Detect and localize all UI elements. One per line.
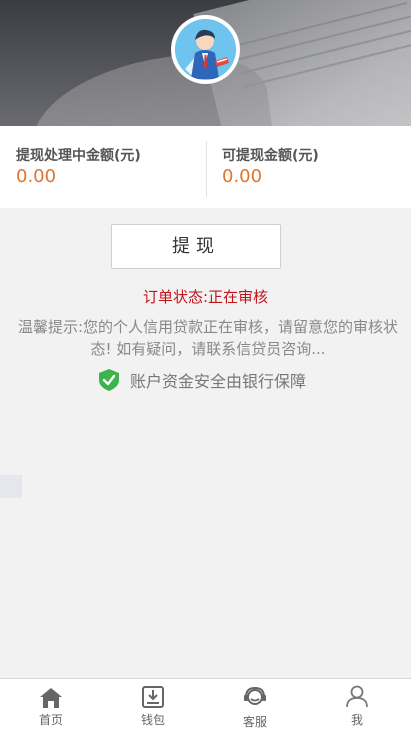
processing-amount-label: 提现处理中金额(元) (16, 148, 141, 164)
order-status: 订单状态:正在审核 (142, 288, 269, 306)
available-amount-value: 0.00 (222, 166, 263, 187)
avatar[interactable] (171, 15, 240, 84)
tab-wallet[interactable]: 钱包 (102, 679, 204, 731)
bottom-tab-bar: 首页 钱包 客服 我 (0, 678, 411, 731)
home-icon (39, 686, 63, 710)
balance-divider (206, 141, 207, 197)
processing-amount-value: 0.00 (16, 166, 57, 187)
withdraw-button[interactable]: 提现 (111, 224, 281, 269)
wallet-download-icon (141, 685, 165, 709)
tab-me[interactable]: 我 (306, 679, 408, 731)
side-float-tab[interactable] (0, 475, 22, 498)
balance-panel: 提现处理中金额(元) 0.00 可提现金额(元) 0.00 (0, 126, 411, 208)
user-icon (345, 684, 369, 708)
shield-check-icon (98, 368, 120, 392)
tab-wallet-label: 钱包 (140, 713, 165, 727)
avatar-cartoon-icon (175, 19, 236, 80)
security-notice: 账户资金安全由银行保障 (98, 369, 306, 391)
security-notice-text: 账户资金安全由银行保障 (130, 372, 307, 391)
tab-home-label: 首页 (38, 713, 63, 727)
tab-home[interactable]: 首页 (0, 679, 102, 731)
tab-customer-service-label: 客服 (242, 715, 267, 729)
customer-service-icon (243, 685, 267, 709)
header-banner (0, 0, 411, 126)
tab-customer-service[interactable]: 客服 (204, 679, 306, 731)
available-amount-label: 可提现金额(元) (222, 148, 319, 164)
reminder-tip: 温馨提示:您的个人信用贷款正在审核，请留意您的审核状态! 如有疑问，请联系信贷员… (17, 318, 399, 358)
tab-me-label: 我 (350, 713, 363, 727)
